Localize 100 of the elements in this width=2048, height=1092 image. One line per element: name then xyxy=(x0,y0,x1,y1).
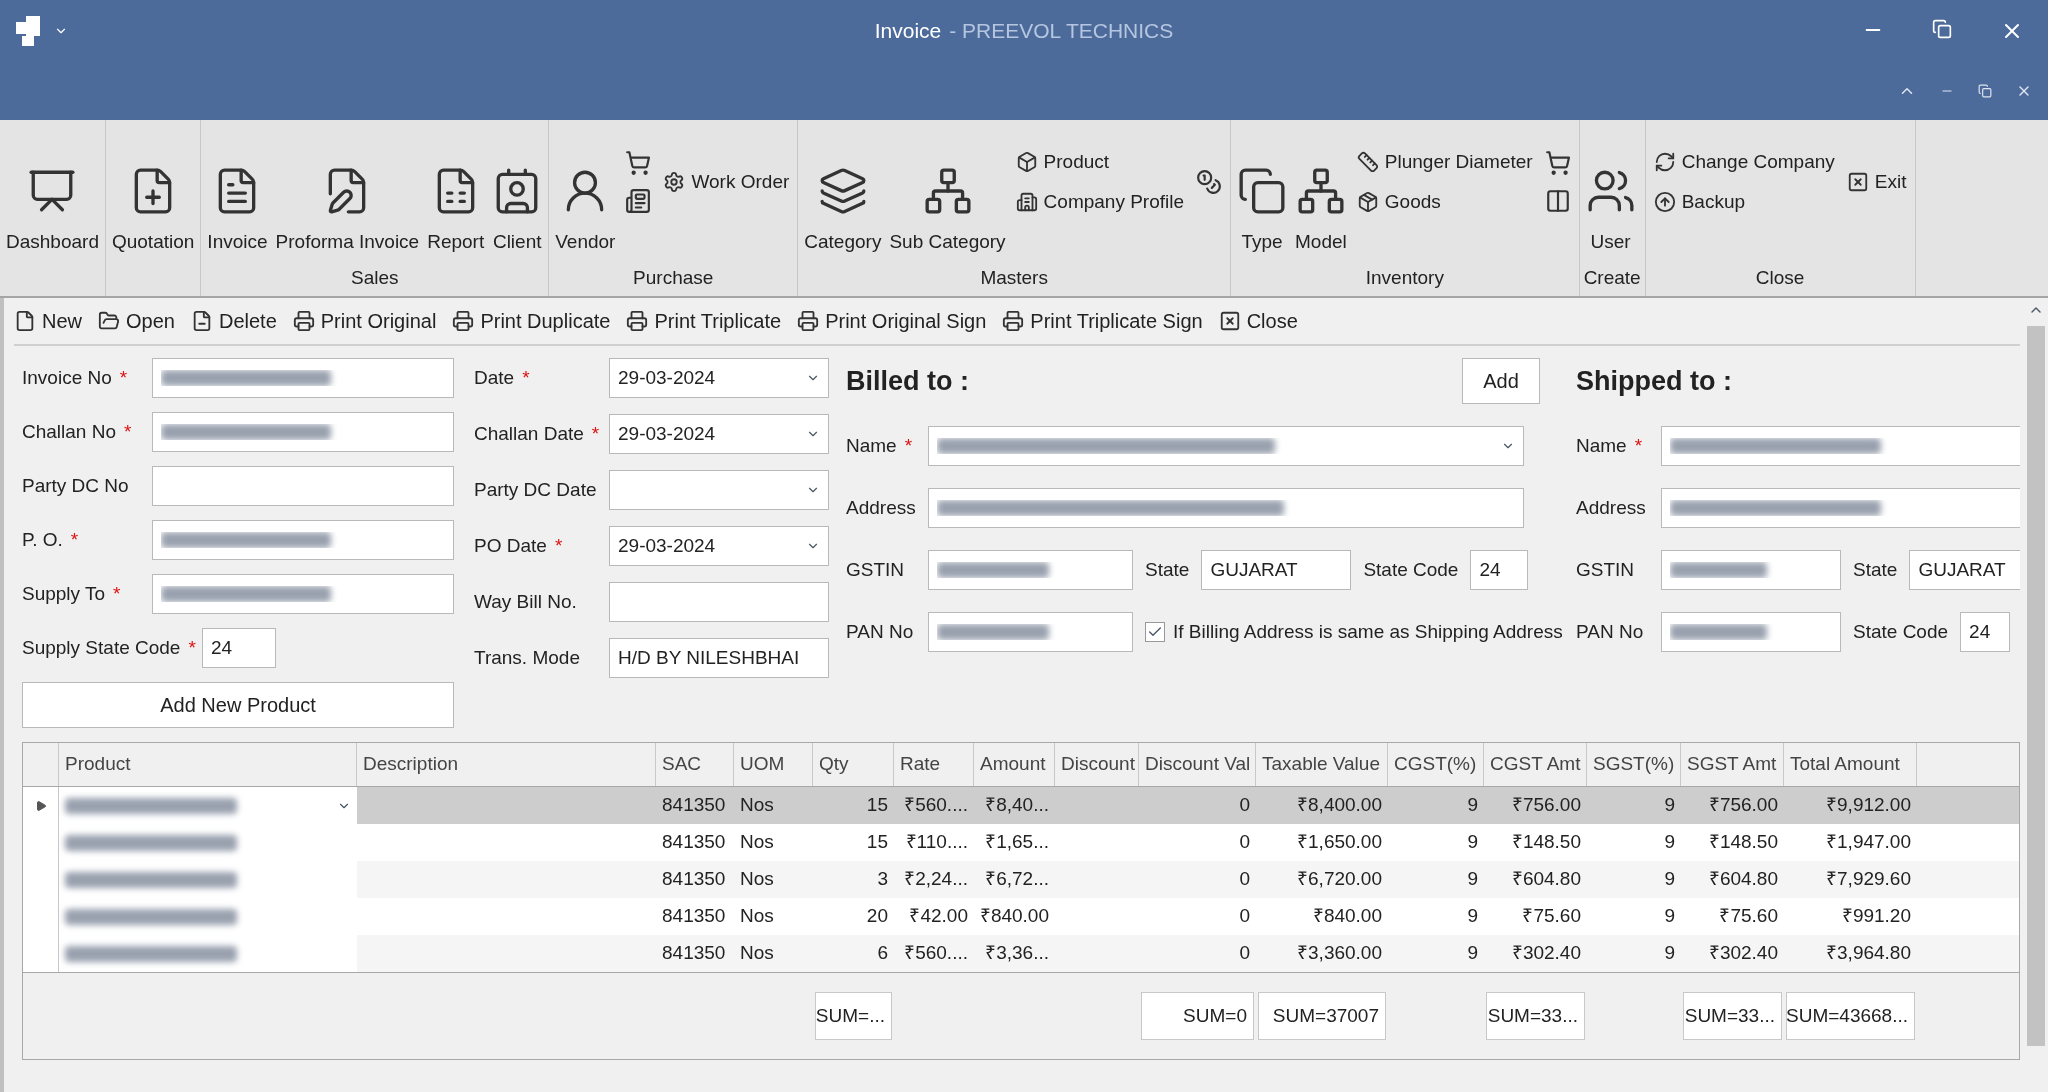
ribbon-icon-button[interactable] xyxy=(1544,150,1571,176)
ribbon-button[interactable]: User xyxy=(1583,128,1638,260)
ribbon-button[interactable]: Backup xyxy=(1653,188,1835,217)
restore-icon[interactable] xyxy=(1978,84,1992,98)
current-row-icon xyxy=(34,799,47,812)
ribbon-button[interactable]: Invoice xyxy=(205,128,270,260)
table-cell-text: 9 xyxy=(1467,904,1478,929)
ribbon-button[interactable]: Vendor xyxy=(553,128,618,260)
column-header[interactable]: SGST(%) xyxy=(1587,743,1681,786)
dropdown-field[interactable]: 29-03-2024 xyxy=(609,414,829,454)
table-row[interactable]: 841350 Nos 15 ₹560.... ₹8,40... 0 ₹8,400.00 9 ₹756.00 9 ₹756.00 ₹9,912.00 xyxy=(23,787,2019,824)
ribbon-icon-button[interactable] xyxy=(1544,188,1571,214)
input-field[interactable] xyxy=(1661,612,1841,652)
column-header[interactable]: Product xyxy=(59,743,357,786)
input-field[interactable] xyxy=(928,550,1133,590)
ribbon-button[interactable]: Sub Category xyxy=(887,128,1008,260)
table-row[interactable]: 841350 Nos 6 ₹560.... ₹3,36... 0 ₹3,360.00 9 ₹302.40 9 ₹302.40 ₹3,964.80 xyxy=(23,935,2019,972)
printer-icon xyxy=(292,310,315,332)
table-cell-text: ₹1,65... xyxy=(985,830,1049,855)
input-field[interactable]: 24 xyxy=(202,628,276,668)
input-field[interactable] xyxy=(152,412,454,452)
input-field[interactable]: 24 xyxy=(1960,612,2011,652)
toolbar-button[interactable]: New xyxy=(14,306,82,336)
input-field[interactable] xyxy=(928,488,1524,528)
input-field[interactable] xyxy=(152,574,454,614)
table-cell-text: ₹756.00 xyxy=(1511,793,1581,818)
input-field[interactable] xyxy=(609,582,829,622)
column-header[interactable]: CGST(%) xyxy=(1388,743,1484,786)
ribbon-button[interactable]: Exit xyxy=(1846,167,1907,197)
ribbon-icon-button[interactable] xyxy=(1196,169,1223,195)
field-label: State Code xyxy=(1363,557,1459,582)
column-header[interactable]: CGST Amt xyxy=(1484,743,1587,786)
column-header[interactable]: UOM xyxy=(734,743,813,786)
dropdown-field[interactable] xyxy=(609,470,829,510)
input-field[interactable]: GUJARAT xyxy=(1909,550,2020,590)
table-row[interactable]: 841350 Nos 3 ₹2,24... ₹6,72... 0 ₹6,720.00 9 ₹604.80 9 ₹604.80 ₹7,929.60 xyxy=(23,861,2019,898)
column-header[interactable]: SGST Amt xyxy=(1681,743,1784,786)
column-header[interactable]: SAC xyxy=(656,743,734,786)
ribbon-button[interactable]: Goods xyxy=(1356,188,1533,217)
input-field[interactable]: 24 xyxy=(1470,550,1529,590)
input-field[interactable] xyxy=(152,358,454,398)
group-label: Close xyxy=(1755,265,1805,290)
input-field[interactable] xyxy=(1661,550,1841,590)
dropdown-field[interactable] xyxy=(928,426,1524,466)
ribbon-button[interactable]: Proforma Invoice xyxy=(273,128,422,260)
input-field[interactable]: GUJARAT xyxy=(1201,550,1352,590)
column-header[interactable]: Taxable Value xyxy=(1256,743,1388,786)
add-button[interactable]: Add xyxy=(1462,358,1540,404)
ribbon-button[interactable]: Company Profile xyxy=(1015,188,1185,217)
ribbon-button[interactable]: Model xyxy=(1293,128,1349,260)
toolbar-button[interactable]: Print Triplicate Sign xyxy=(1002,306,1203,336)
table-cell-text: ₹42.00 xyxy=(909,904,968,929)
column-header[interactable]: Discount Val xyxy=(1139,743,1256,786)
ribbon-button[interactable]: Change Company xyxy=(1653,147,1835,176)
input-field[interactable] xyxy=(1661,426,2020,466)
ribbon-button[interactable]: Type xyxy=(1235,128,1290,260)
scrollbar-thumb[interactable] xyxy=(2027,326,2045,1046)
dropdown-field[interactable]: 29-03-2024 xyxy=(609,526,829,566)
sum-cell: SUM=33... xyxy=(1683,992,1782,1040)
ribbon-button[interactable]: Dashboard xyxy=(4,128,101,260)
dropdown-field[interactable]: 29-03-2024 xyxy=(609,358,829,398)
checkbox[interactable] xyxy=(1145,622,1165,642)
input-field[interactable]: H/D BY NILESHBHAI xyxy=(609,638,829,678)
toolbar-button[interactable]: Open xyxy=(98,306,175,336)
column-header[interactable]: Amount xyxy=(974,743,1055,786)
ribbon-button[interactable]: Report xyxy=(425,128,487,260)
ribbon-icon-button[interactable] xyxy=(625,188,652,214)
column-header[interactable]: Discount xyxy=(1055,743,1139,786)
table-cell-text: 0 xyxy=(1239,793,1250,818)
input-field[interactable] xyxy=(152,520,454,560)
ribbon-button[interactable]: Category xyxy=(802,128,884,260)
ribbon-button[interactable]: Plunger Diameter xyxy=(1356,147,1533,176)
table-cell-text: 20 xyxy=(866,904,888,929)
input-field[interactable] xyxy=(1661,488,2020,528)
toolbar-button[interactable]: Close xyxy=(1218,306,1298,336)
toolbar-button[interactable]: Print Triplicate xyxy=(626,306,782,336)
field-label: Invoice No xyxy=(22,365,112,390)
add-new-product-button[interactable]: Add New Product xyxy=(22,682,454,728)
restore-icon[interactable] xyxy=(1932,19,1952,39)
column-header[interactable]: Qty xyxy=(813,743,894,786)
toolbar-button[interactable]: Print Original xyxy=(292,306,437,336)
ribbon-button[interactable]: Client xyxy=(490,128,545,260)
table-cell-text: 9 xyxy=(1664,793,1675,818)
table-cell-text: ₹75.60 xyxy=(1719,904,1778,929)
column-header[interactable]: Total Amount xyxy=(1784,743,1917,786)
toolbar-button[interactable]: Print Original Sign xyxy=(797,306,987,336)
input-field[interactable] xyxy=(152,466,454,506)
ribbon-icon-button[interactable] xyxy=(625,150,652,176)
column-header[interactable]: Description xyxy=(357,743,656,786)
table-cell-text: 841350 xyxy=(662,904,726,929)
ribbon-button[interactable]: Work Order xyxy=(663,167,790,197)
ribbon-button[interactable]: Quotation xyxy=(109,128,197,260)
cart-icon xyxy=(625,150,652,176)
building-icon xyxy=(1015,191,1038,214)
ribbon-button[interactable]: Product xyxy=(1015,147,1185,176)
toolbar-button[interactable]: Delete xyxy=(190,306,277,336)
toolbar-button[interactable]: Print Duplicate xyxy=(452,306,611,336)
column-header[interactable]: Rate xyxy=(894,743,974,786)
input-field[interactable] xyxy=(928,612,1133,652)
required-mark: * xyxy=(188,635,196,660)
